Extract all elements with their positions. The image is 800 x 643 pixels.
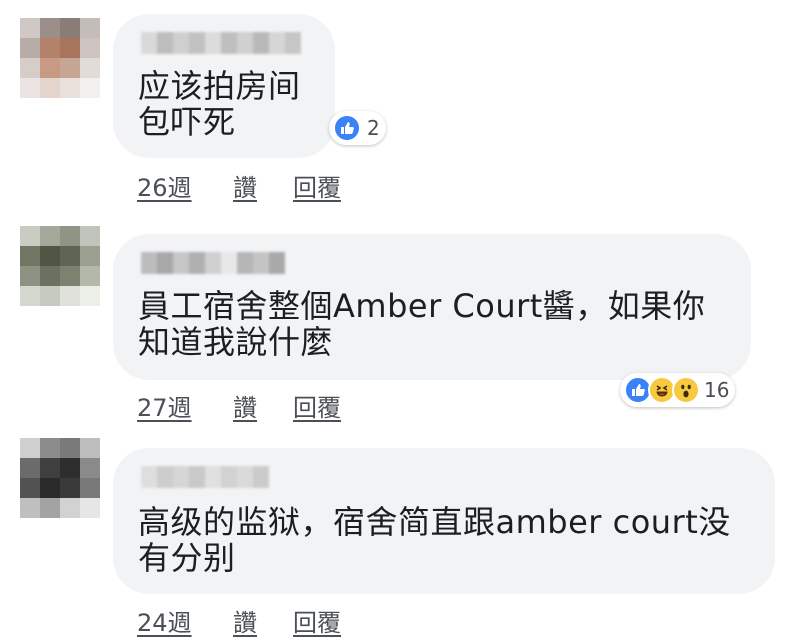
comment-bubble: 員工宿舍整個Amber Court醬，如果你 知道我說什麼 (113, 234, 751, 380)
like-link[interactable]: 讚 (233, 388, 293, 423)
like-icon (333, 114, 361, 142)
commenter-name-blurred[interactable] (141, 466, 269, 488)
timestamp-link[interactable]: 26週 (137, 168, 233, 203)
comment-actions: 27週 讚 回覆 (137, 388, 341, 423)
reaction-count: 16 (704, 378, 730, 402)
commenter-name-blurred[interactable] (141, 32, 301, 54)
comment-text: 应该拍房间 包吓死 (138, 67, 301, 141)
reply-link[interactable]: 回覆 (293, 168, 341, 203)
comment-bubble: 高级的监狱，宿舍简直跟amber court没 有分别 (113, 448, 775, 594)
comment-text: 高级的监狱，宿舍简直跟amber court没 有分别 (138, 503, 731, 577)
reactions-summary[interactable]: 16 (620, 373, 736, 407)
commenter-name-blurred[interactable] (141, 252, 285, 274)
timestamp-link[interactable]: 24週 (137, 603, 233, 638)
avatar[interactable] (20, 18, 100, 98)
comment-actions: 26週 讚 回覆 (137, 168, 341, 203)
comment-actions: 24週 讚 回覆 (137, 603, 341, 638)
reactions-summary[interactable]: 2 (329, 111, 386, 145)
like-link[interactable]: 讚 (233, 168, 293, 203)
timestamp-link[interactable]: 27週 (137, 388, 233, 423)
wow-icon (672, 376, 700, 404)
comment-bubble: 应该拍房间 包吓死 (113, 14, 335, 158)
comment-text: 員工宿舍整個Amber Court醬，如果你 知道我說什麼 (138, 287, 706, 361)
avatar[interactable] (20, 226, 100, 306)
like-link[interactable]: 讚 (233, 603, 293, 638)
reply-link[interactable]: 回覆 (293, 603, 341, 638)
avatar[interactable] (20, 438, 100, 518)
reaction-count: 2 (367, 116, 380, 140)
reply-link[interactable]: 回覆 (293, 388, 341, 423)
